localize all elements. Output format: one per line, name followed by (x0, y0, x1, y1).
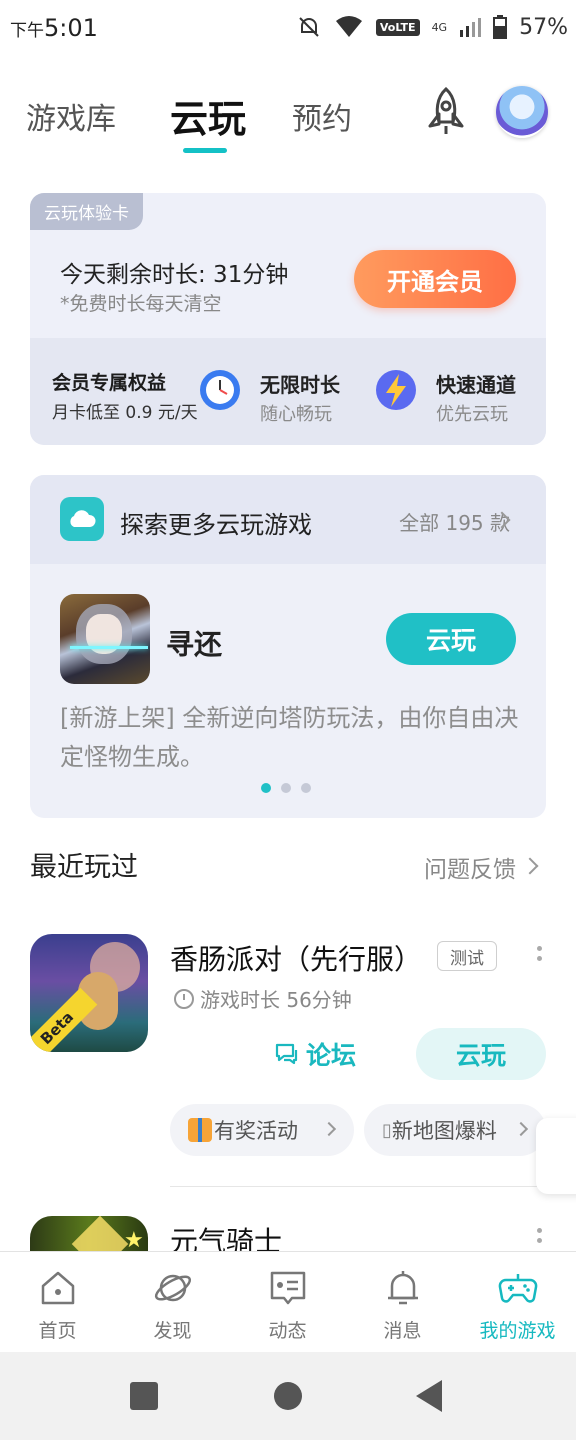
explore-all-link[interactable]: 全部 195 款 (399, 507, 510, 536)
lightning-icon (376, 370, 416, 410)
mute-bell-icon (299, 17, 319, 37)
carousel-dot[interactable] (281, 783, 291, 793)
cloud-icon (60, 497, 104, 541)
chevron-right-icon (513, 1121, 529, 1137)
back-button[interactable] (416, 1380, 442, 1412)
chat-card-icon (270, 1271, 306, 1305)
chip-reward-activity[interactable]: 有奖活动 (170, 1104, 354, 1156)
divider (170, 1186, 546, 1187)
recent-apps-button[interactable] (130, 1382, 158, 1410)
chevron-right-icon (321, 1121, 337, 1137)
chip-label: 新地图爆料 (391, 1119, 497, 1143)
remaining-note: *免费时长每天清空 (60, 293, 222, 315)
benefit-fast-title: 快速通道 (436, 373, 516, 397)
tab-underline (183, 148, 227, 153)
status-icons: VoLTE 4G 57% (296, 14, 568, 40)
wifi-icon (335, 16, 362, 37)
explore-title: 探索更多云玩游戏 (120, 511, 312, 539)
nav-my-games[interactable]: 我的游戏 (460, 1252, 575, 1352)
nav-label: 消息 (383, 1320, 422, 1342)
top-tabs: 游戏库 云玩 预约 (0, 80, 576, 160)
nav-label: 发现 (153, 1320, 192, 1342)
nav-label: 我的游戏 (479, 1320, 556, 1342)
carousel-dot[interactable] (301, 783, 311, 793)
clock-icon (200, 370, 240, 410)
recent-title: 最近玩过 (30, 852, 138, 883)
home-button[interactable] (274, 1382, 302, 1410)
feedback-link[interactable]: 问题反馈 (424, 850, 516, 884)
nav-discover[interactable]: 发现 (115, 1252, 230, 1352)
game-title[interactable]: 寻还 (166, 623, 222, 663)
chip-label: 有奖活动 (214, 1119, 298, 1143)
forum-label: 论坛 (306, 1041, 357, 1070)
home-icon (41, 1271, 75, 1305)
game-name[interactable]: 香肠派对（先行服） (170, 938, 432, 978)
chip-new-map[interactable]: ▯ 新地图爆料 (364, 1104, 546, 1156)
chevron-right-icon (521, 857, 539, 875)
nav-home[interactable]: 首页 (0, 1252, 115, 1352)
forum-icon (275, 1043, 298, 1065)
tab-game-library[interactable]: 游戏库 (26, 94, 116, 138)
playtime-text: 游戏时长 56分钟 (200, 988, 352, 1012)
open-membership-button[interactable]: 开通会员 (354, 250, 516, 308)
cloud-play-button-2[interactable]: 云玩 (416, 1028, 546, 1080)
benefit-main-title: 会员专属权益 (52, 372, 167, 394)
benefit-main-sub: 月卡低至 0.9 元/天 (52, 403, 198, 423)
status-clock: 5:01 (44, 14, 98, 42)
floating-widget[interactable] (536, 1118, 576, 1194)
system-nav-bar (0, 1352, 576, 1440)
nav-messages[interactable]: 消息 (345, 1252, 460, 1352)
planet-icon (154, 1274, 192, 1302)
explore-card: 探索更多云玩游戏 全部 195 款 寻还 云玩 [新游上架] 全新逆向塔防玩法，… (30, 475, 546, 818)
more-options-icon[interactable] (537, 946, 543, 966)
bottom-nav: 首页 发现 动态 消息 我的游戏 (0, 1251, 576, 1351)
gamepad-icon (498, 1274, 538, 1303)
battery-icon (493, 15, 508, 39)
game-thumbnail[interactable] (60, 594, 150, 684)
carousel-dot[interactable] (261, 783, 271, 793)
rocket-icon[interactable] (422, 86, 470, 138)
stopwatch-icon (174, 988, 194, 1009)
tab-cloud-play[interactable]: 云玩 (170, 88, 246, 143)
status-bar: 下午5:01 VoLTE 4G 57% (0, 0, 576, 60)
status-time: 下午5:01 (10, 14, 98, 42)
tab-reserve[interactable]: 预约 (292, 94, 352, 138)
gift-icon (188, 1118, 212, 1142)
test-badge: 测试 (437, 941, 497, 971)
game-icon[interactable]: ★ (30, 1216, 148, 1256)
remaining-time: 今天剩余时长: 31分钟 (60, 262, 289, 288)
member-tag: 云玩体验卡 (30, 193, 143, 230)
nav-label: 首页 (38, 1320, 77, 1342)
volte-badge: VoLTE (375, 18, 420, 36)
benefit-unlimited-title: 无限时长 (260, 373, 340, 397)
explore-header[interactable]: 探索更多云玩游戏 全部 195 款 (30, 475, 546, 564)
benefit-fast-sub: 优先云玩 (436, 404, 508, 425)
game-description: [新游上架] 全新逆向塔防玩法，由你自由决定怪物生成。 (60, 704, 519, 771)
benefit-unlimited-sub: 随心畅玩 (260, 404, 332, 425)
benefits-strip[interactable]: 会员专属权益 月卡低至 0.9 元/天 无限时长 随心畅玩 快速通道 优先云玩 (30, 338, 546, 445)
playtime: 游戏时长 56分钟 (174, 984, 352, 1013)
cloud-play-button[interactable]: 云玩 (386, 613, 516, 665)
forum-button[interactable]: 论坛 (274, 1036, 356, 1072)
member-card: 云玩体验卡 今天剩余时长: 31分钟 *免费时长每天清空 开通会员 会员专属权益… (30, 193, 546, 445)
carousel-dots (261, 783, 311, 793)
signal-icon (460, 18, 482, 37)
bell-icon (388, 1271, 418, 1305)
nav-label: 动态 (268, 1320, 307, 1342)
battery-percent: 57% (519, 14, 568, 40)
game-icon[interactable]: Beta (30, 934, 148, 1052)
status-ampm: 下午 (10, 21, 44, 41)
avatar[interactable] (496, 86, 548, 138)
network-type: 4G (431, 20, 448, 34)
more-options-icon[interactable] (537, 1228, 543, 1248)
nav-feed[interactable]: 动态 (230, 1252, 345, 1352)
